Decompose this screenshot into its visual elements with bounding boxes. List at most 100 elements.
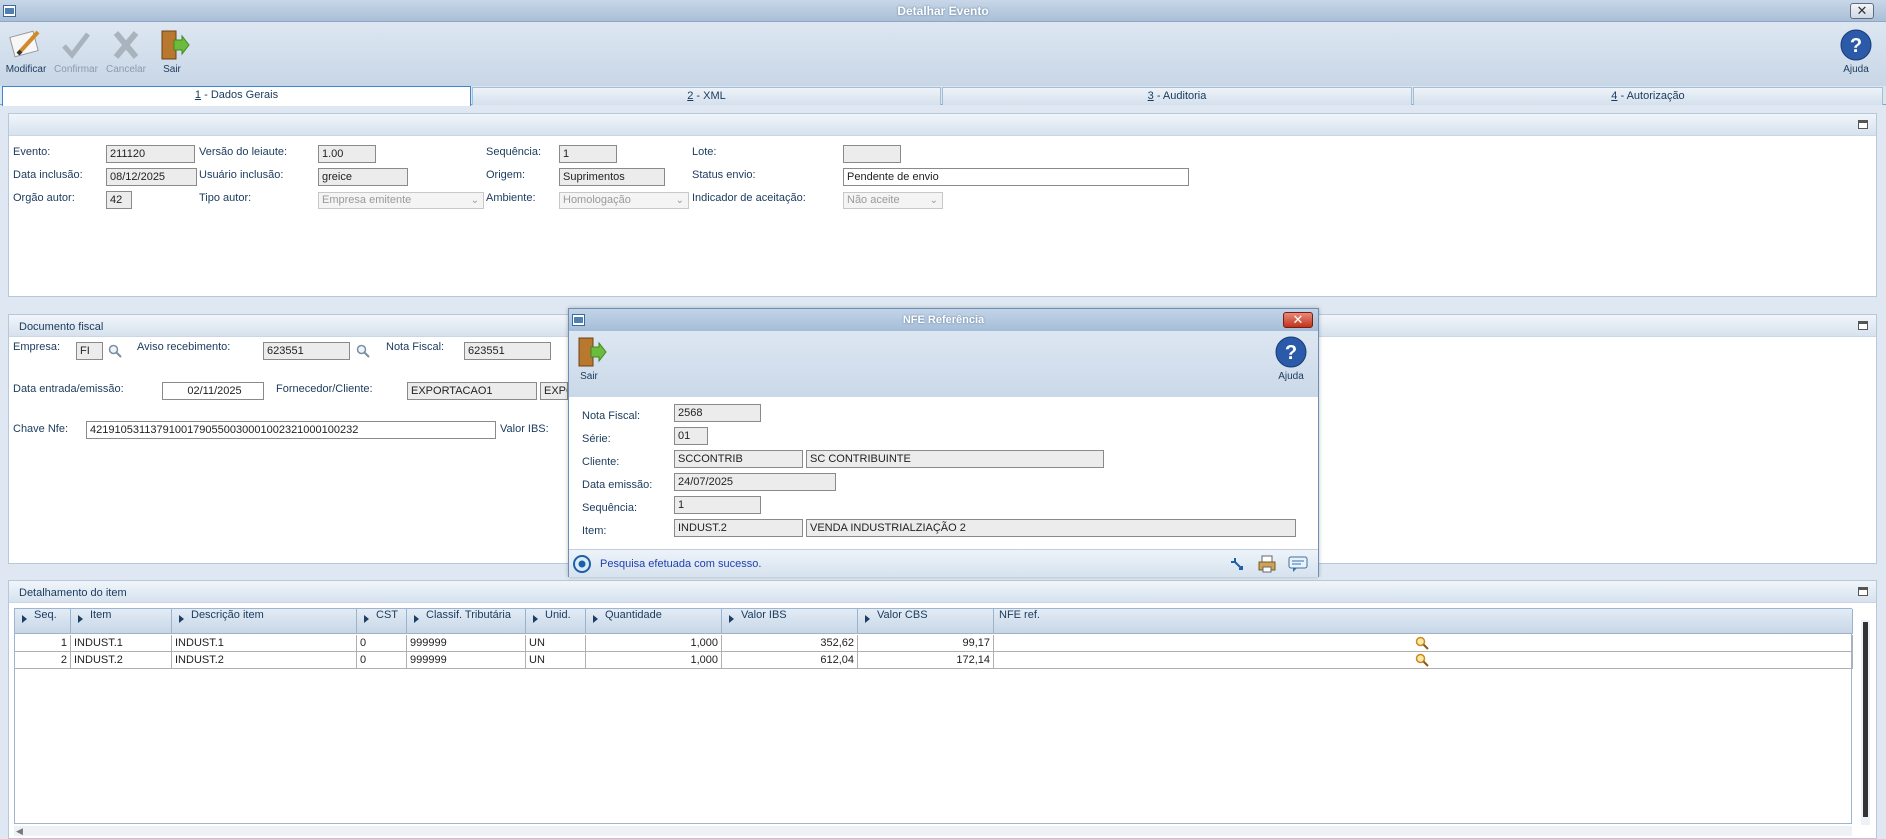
confirmar-label: Confirmar	[54, 64, 98, 75]
tab-dados-gerais[interactable]: 1 - Dados Gerais	[2, 86, 471, 106]
column-label: Item	[90, 609, 112, 621]
tab-autorizacao[interactable]: 4 - Autorização	[1413, 87, 1883, 105]
dialog-cliente-nome-field[interactable]: SC CONTRIBUINTE	[806, 450, 1104, 468]
sequencia-field[interactable]: 1	[559, 145, 617, 163]
cancelar-button[interactable]: Cancelar	[102, 28, 150, 75]
orgao-label: Orgão autor:	[13, 192, 75, 204]
chave-field[interactable]: 4219105311379100179055003000100232100010…	[86, 421, 496, 439]
search-icon[interactable]	[1415, 653, 1429, 667]
data-entrada-label: Data entrada/emissão:	[13, 383, 124, 395]
dialog-ajuda-button[interactable]: ? Ajuda	[1267, 335, 1315, 382]
lote-field[interactable]	[843, 145, 901, 163]
column-header-seq[interactable]: Seq.	[15, 609, 71, 634]
data-entrada-field[interactable]: 02/11/2025	[162, 382, 264, 400]
vertical-scrollbar[interactable]	[1861, 620, 1870, 825]
dialog-close-button[interactable]: ✕	[1283, 312, 1313, 328]
fornecedor-nome-field[interactable]: EXPO	[540, 382, 568, 400]
indicador-select[interactable]: Não aceite ⌄	[843, 192, 943, 209]
versao-field[interactable]: 1.00	[318, 145, 376, 163]
tab-label: - Dados Gerais	[201, 89, 279, 101]
orgao-field[interactable]: 42	[106, 191, 132, 209]
usuario-field[interactable]: greice	[318, 168, 408, 186]
nfe-referencia-dialog: NFE Referência ✕ Sair ? Ajuda Nota Fisca…	[568, 308, 1319, 577]
scrollbar-thumb[interactable]	[1863, 622, 1868, 817]
sair-button[interactable]: Sair	[148, 28, 196, 75]
aviso-label: Aviso recebimento:	[137, 341, 231, 353]
cell-valor-ibs: 352,62	[722, 635, 858, 652]
dialog-toolbar: Sair ? Ajuda	[569, 331, 1318, 397]
dialog-data-field[interactable]: 24/07/2025	[674, 473, 836, 491]
modificar-label: Modificar	[5, 64, 47, 75]
edit-icon	[9, 30, 40, 58]
cell-valor-cbs: 172,14	[858, 652, 994, 669]
modificar-button[interactable]: Modificar	[2, 28, 50, 75]
search-icon[interactable]	[356, 344, 370, 358]
aviso-field[interactable]: 623551	[263, 342, 350, 360]
ajuda-button[interactable]: ? Ajuda	[1832, 28, 1880, 75]
tab-label: - Autorização	[1617, 90, 1685, 102]
ambiente-select[interactable]: Homologação ⌄	[559, 192, 689, 209]
dialog-serie-field[interactable]: 01	[674, 427, 708, 445]
sequencia-label: Sequência:	[486, 146, 542, 158]
cell-item: INDUST.1	[71, 635, 172, 652]
column-header-descricao[interactable]: Descrição item	[172, 609, 357, 634]
fornecedor-label: Fornecedor/Cliente:	[276, 383, 373, 395]
evento-field[interactable]: 211120	[106, 145, 195, 163]
column-header-classif[interactable]: Classif. Tributária	[407, 609, 526, 634]
column-header-valor-ibs[interactable]: Valor IBS	[722, 609, 858, 634]
fornecedor-field[interactable]: EXPORTACAO1	[407, 382, 537, 400]
cell-cst: 0	[357, 652, 407, 669]
dialog-sequencia-label: Sequência:	[582, 502, 638, 514]
indicador-label: Indicador de aceitação:	[692, 192, 806, 204]
column-header-cst[interactable]: CST	[357, 609, 407, 634]
data-inclusao-field[interactable]: 08/12/2025	[106, 168, 197, 186]
scroll-left-arrow-icon[interactable]: ◀	[16, 826, 23, 837]
minimize-icon[interactable]	[1858, 120, 1868, 129]
tipo-autor-select[interactable]: Empresa emitente ⌄	[318, 192, 484, 209]
dialog-item-label: Item:	[582, 525, 607, 537]
tab-auditoria[interactable]: 3 - Auditoria	[942, 87, 1412, 105]
close-button[interactable]: ✕	[1850, 3, 1874, 19]
column-header-unid[interactable]: Unid.	[526, 609, 586, 634]
dialog-cliente-label: Cliente:	[582, 456, 620, 468]
dialog-cliente-codigo-field[interactable]: SCCONTRIB	[674, 450, 803, 468]
message-icon[interactable]	[1287, 555, 1309, 573]
table-row[interactable]: 1 INDUST.1 INDUST.1 0 999999 UN 1,000 35…	[15, 635, 1853, 652]
dialog-sair-button[interactable]: Sair	[565, 335, 613, 382]
column-header-quantidade[interactable]: Quantidade	[586, 609, 722, 634]
ambiente-value: Homologação	[563, 194, 631, 206]
search-icon[interactable]	[108, 344, 122, 358]
search-icon[interactable]	[1415, 636, 1429, 650]
cell-nfe-ref	[994, 652, 1853, 669]
column-header-valor-cbs[interactable]: Valor CBS	[858, 609, 994, 634]
minimize-icon[interactable]	[1858, 587, 1868, 596]
resize-arrows-icon[interactable]	[1229, 556, 1245, 572]
horizontal-scrollbar[interactable]: ◀	[14, 826, 1852, 836]
status-envio-field[interactable]: Pendente de envio	[843, 168, 1189, 186]
cell-descricao: INDUST.1	[172, 635, 357, 652]
general-panel-header	[9, 114, 1876, 136]
nota-fiscal-field[interactable]: 623551	[464, 342, 551, 360]
empresa-field[interactable]: FI	[76, 342, 103, 360]
printer-icon[interactable]	[1257, 555, 1277, 573]
dialog-sequencia-field[interactable]: 1	[674, 496, 761, 514]
dialog-item-nome-field[interactable]: VENDA INDUSTRIALZIAÇÃO 2	[806, 519, 1296, 537]
cell-quantidade: 1,000	[586, 635, 722, 652]
valor-ibs-label: Valor IBS:	[500, 423, 549, 435]
dialog-title: NFE Referência	[902, 314, 985, 326]
column-header-item[interactable]: Item	[71, 609, 172, 634]
help-icon: ?	[1840, 29, 1872, 61]
column-header-nfe-ref[interactable]: NFE ref.	[994, 609, 1853, 634]
origem-field[interactable]: Suprimentos	[559, 168, 665, 186]
items-panel-title: Detalhamento do item	[19, 587, 127, 599]
confirmar-button[interactable]: Confirmar	[52, 28, 100, 75]
column-label: Descrição item	[191, 609, 264, 621]
tab-xml[interactable]: 2 - XML	[472, 87, 941, 105]
dialog-item-codigo-field[interactable]: INDUST.2	[674, 519, 803, 537]
dialog-nota-field[interactable]: 2568	[674, 404, 761, 422]
minimize-icon[interactable]	[1858, 321, 1868, 330]
sort-arrow-icon	[729, 615, 734, 623]
status-globe-icon	[573, 555, 591, 573]
column-label: Unid.	[545, 609, 571, 621]
table-row[interactable]: 2 INDUST.2 INDUST.2 0 999999 UN 1,000 61…	[15, 652, 1853, 669]
